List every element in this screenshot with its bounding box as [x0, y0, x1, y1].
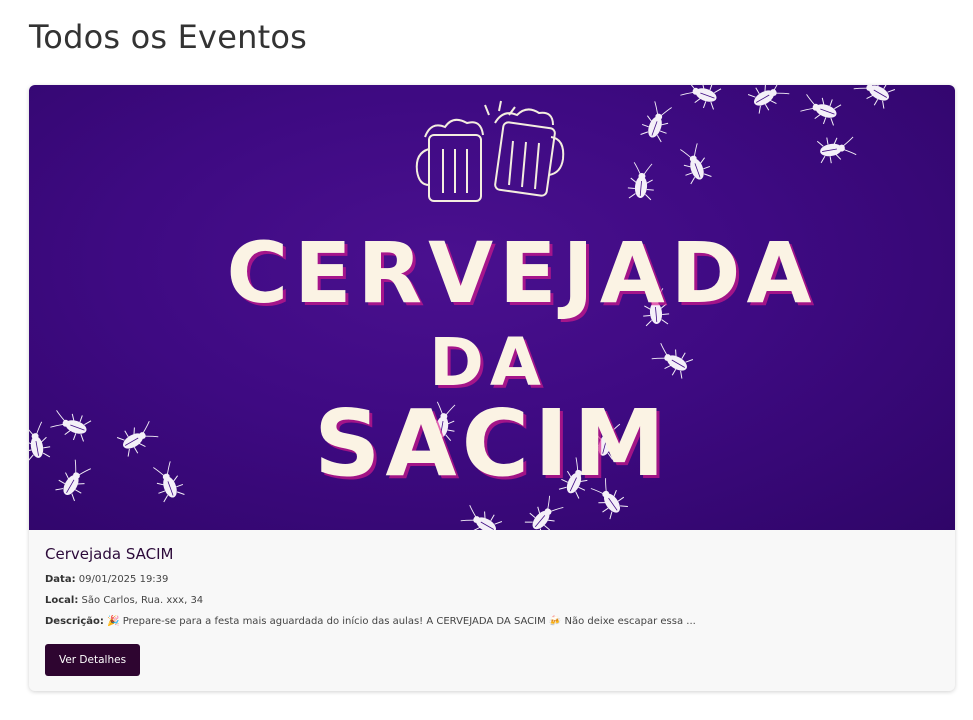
beer-mugs-icon [415, 100, 565, 202]
view-details-button[interactable]: Ver Detalhes [45, 644, 140, 676]
event-date-label: Data: [45, 574, 76, 585]
event-card: CERVEJADA CERVEJADA DA DA SACIM SACIM Ce… [29, 85, 955, 691]
event-location-label: Local: [45, 595, 79, 606]
event-card-body: Cervejada SACIM Data: 09/01/2025 19:39 L… [45, 543, 939, 676]
event-date: Data: 09/01/2025 19:39 [45, 569, 939, 590]
event-description-label: Descrição: [45, 616, 104, 627]
event-name: Cervejada SACIM [45, 545, 174, 563]
page-title: Todos os Eventos [29, 18, 307, 56]
banner-title-line-3: SACIM [314, 390, 670, 497]
event-location-value: São Carlos, Rua. xxx, 34 [81, 595, 204, 606]
event-banner-image: CERVEJADA CERVEJADA DA DA SACIM SACIM [29, 85, 955, 530]
event-location: Local: São Carlos, Rua. xxx, 34 [45, 590, 939, 611]
banner-title-line-1: CERVEJADA [226, 224, 817, 322]
events-page: Todos os Eventos CERVEJADA CERVEJADA DA … [0, 0, 973, 720]
event-date-value: 09/01/2025 19:39 [78, 574, 169, 585]
banner-artwork: CERVEJADA CERVEJADA DA DA SACIM SACIM [29, 85, 897, 530]
event-description-value: 🎉 Prepare-se para a festa mais aguardada… [107, 616, 696, 627]
event-description: Descrição: 🎉 Prepare-se para a festa mai… [45, 611, 939, 632]
